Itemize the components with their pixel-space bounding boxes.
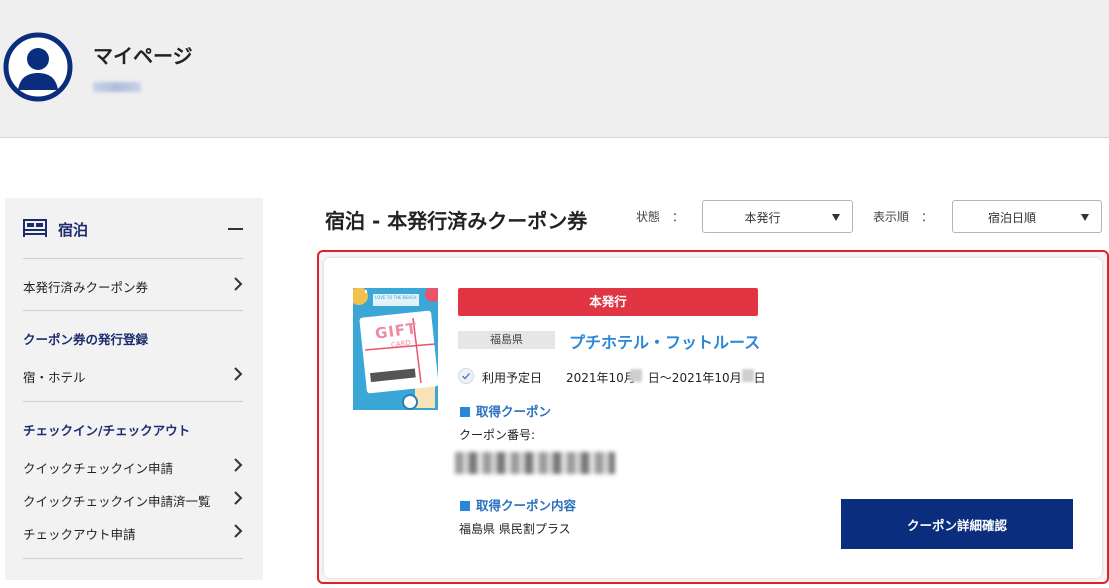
sidebar-item-label: 宿・ホテル <box>23 370 86 385</box>
chevron-right-icon <box>234 491 243 505</box>
status-select-value: 本発行 <box>744 211 781 225</box>
date-redacted <box>742 369 754 382</box>
prefecture-tag: 福島県 <box>458 331 555 349</box>
status-select[interactable]: 本発行 <box>702 200 853 233</box>
sidebar-item-label: チェックアウト申請 <box>23 527 136 542</box>
user-name-redacted <box>93 82 141 92</box>
collapse-minus-icon[interactable] <box>228 228 243 230</box>
sidebar-item-label: 本発行済みクーポン券 <box>23 280 149 295</box>
sidebar-section-header[interactable]: 宿泊 <box>23 218 245 258</box>
coupon-detail-button[interactable]: クーポン詳細確認 <box>841 499 1073 549</box>
bed-icon <box>23 219 47 237</box>
sidebar-item-quick-checkin[interactable]: クイックチェックイン申請 <box>23 454 245 478</box>
gift-card-thumbnail: GIFT CARD LOVE TO THE BEACH <box>353 288 438 410</box>
sidebar-divider <box>23 558 243 559</box>
coupon-content-section-title: 取得クーポン内容 <box>460 495 576 514</box>
chevron-right-icon <box>234 277 243 291</box>
sort-select[interactable]: 宿泊日順 <box>952 200 1102 233</box>
sidebar-item-hotel[interactable]: 宿・ホテル <box>23 363 245 387</box>
chevron-right-icon <box>234 458 243 472</box>
chevron-right-icon <box>234 367 243 381</box>
page-header: マイページ <box>0 0 1109 138</box>
sort-filter-label: 表示順 ： <box>873 210 934 224</box>
status-badge: 本発行 <box>458 288 758 316</box>
dropdown-arrow-icon <box>1081 214 1089 221</box>
sidebar-divider <box>23 310 243 311</box>
date-redacted <box>630 369 642 382</box>
chevron-right-icon <box>234 524 243 538</box>
sidebar-divider <box>23 258 243 259</box>
main-title: 宿泊 - 本発行済みクーポン券 <box>325 209 588 233</box>
sidebar-item-issued-coupons[interactable]: 本発行済みクーポン券 <box>23 273 245 297</box>
status-filter-label: 状態 ： <box>636 210 685 224</box>
sidebar-item-quick-checkin-list[interactable]: クイックチェックイン申請済一覧 <box>23 487 245 511</box>
coupon-number-redacted <box>455 452 615 474</box>
square-bullet-icon <box>460 407 470 417</box>
usage-date-value: 2021年10月 日〜2021年10月 日 <box>566 371 766 385</box>
dropdown-arrow-icon <box>832 214 840 221</box>
gift-card-tag: LOVE TO THE BEACH <box>375 295 417 300</box>
coupon-content-value: 福島県 県民割プラス <box>459 522 571 536</box>
square-bullet-icon <box>460 501 470 511</box>
coupon-section-title-text: 取得クーポン <box>476 404 552 419</box>
page-title: マイページ <box>93 44 193 68</box>
sidebar-item-label: クイックチェックイン申請済一覧 <box>23 494 211 509</box>
user-avatar-icon <box>3 32 73 102</box>
sort-select-value: 宿泊日順 <box>987 211 1036 225</box>
check-circle-icon <box>458 368 474 384</box>
coupon-section-title: 取得クーポン <box>460 401 551 420</box>
sidebar-item-checkout[interactable]: チェックアウト申請 <box>23 520 245 544</box>
sidebar-subsection-checkin-checkout: チェックイン/チェックアウト <box>23 423 191 438</box>
sidebar-subsection-coupon-registration: クーポン券の発行登録 <box>23 332 149 347</box>
sidebar-divider <box>23 401 243 402</box>
sidebar-section-title: 宿泊 <box>58 221 89 239</box>
coupon-content-section-title-text: 取得クーポン内容 <box>476 498 577 513</box>
coupon-number-label: クーポン番号: <box>459 428 536 442</box>
sidebar-item-label: クイックチェックイン申請 <box>23 461 174 476</box>
hotel-name-link[interactable]: プチホテル・フットルース <box>569 329 760 353</box>
usage-date-label: 利用予定日 <box>482 371 543 385</box>
